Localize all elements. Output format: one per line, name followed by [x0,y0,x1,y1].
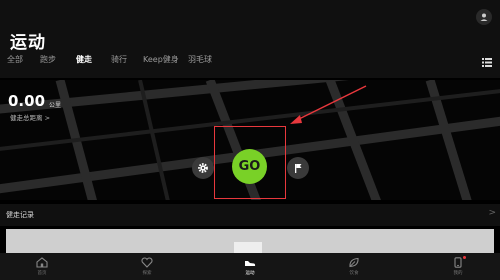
tab-badminton[interactable]: 羽毛球 [188,54,212,65]
nav-me[interactable]: 我的 [428,253,488,280]
settings-button[interactable] [192,157,214,179]
highlight-box [214,126,286,199]
nav-sport[interactable]: 运动 [220,253,280,280]
nav-me-label: 我的 [453,271,463,276]
user-icon [480,13,488,21]
gear-icon [198,163,208,173]
heart-icon [141,257,153,268]
nav-diet-label: 饮食 [349,271,359,276]
distance-value: 0.00 [8,92,46,110]
chevron-right-icon: > [488,208,496,218]
shoe-icon [245,261,256,266]
tab-cycling[interactable]: 骑行 [111,54,127,65]
distance-unit: 公里 [49,102,62,109]
tab-all[interactable]: 全部 [7,54,23,65]
nav-explore-label: 探索 [142,271,152,276]
nav-diet[interactable]: 饮食 [324,253,384,280]
phone-icon [454,257,462,268]
flag-button[interactable] [287,157,309,179]
leaf-icon [349,257,359,268]
tab-keep-fitness[interactable]: Keep健身 [143,54,179,65]
walking-records-label: 健走记录 [6,211,34,219]
total-distance-link[interactable]: 健走总距离 > [10,112,50,122]
flag-icon [295,164,302,173]
sport-tabs: 全部 跑步 健走 骑行 Keep健身 羽毛球 [0,54,500,72]
nav-home-label: 首页 [37,271,47,276]
nav-explore[interactable]: 探索 [117,253,177,280]
notification-badge [463,256,466,259]
bottom-nav: 首页 探索 运动 饮食 我的 [0,253,500,280]
page-title: 运动 [10,33,46,53]
walking-records-row[interactable]: 健走记录 > [0,204,500,226]
nav-sport-label: 运动 [245,271,255,276]
tab-running[interactable]: 跑步 [40,54,56,65]
avatar[interactable] [476,9,492,25]
nav-home[interactable]: 首页 [12,253,72,280]
list-icon[interactable] [482,58,492,67]
home-icon [36,257,48,268]
tab-walking[interactable]: 健走 [76,54,92,65]
